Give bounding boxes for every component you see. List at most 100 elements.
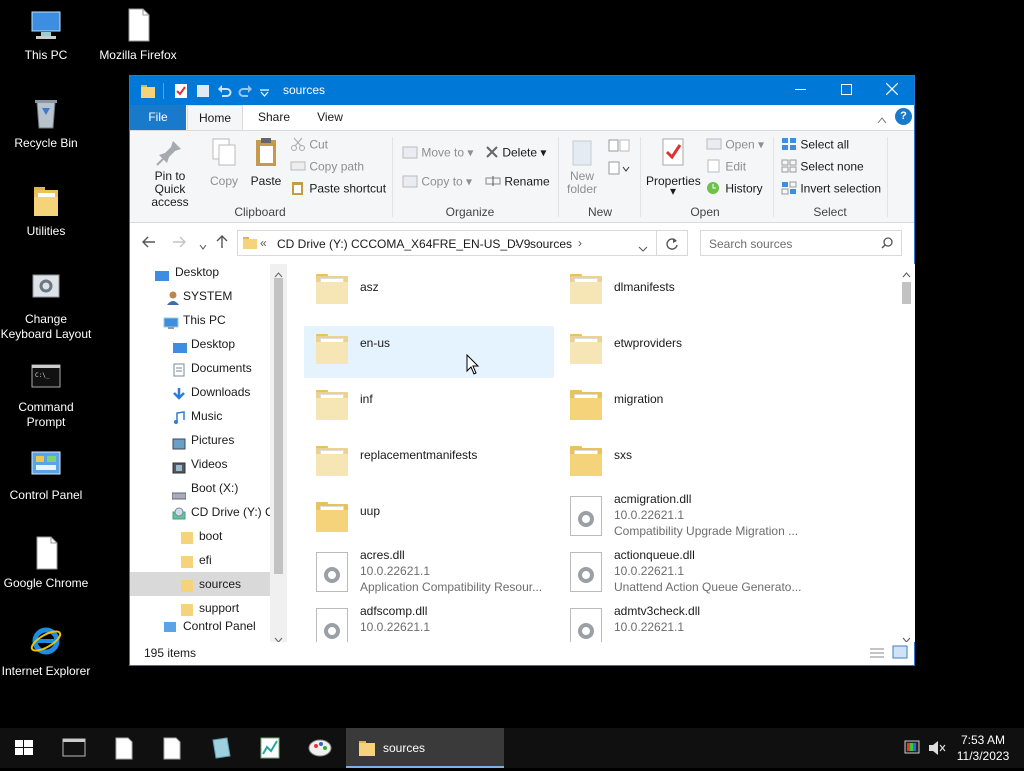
tab-file[interactable]: File <box>130 105 186 130</box>
back-arrow-icon[interactable] <box>142 236 156 251</box>
desktop-icon-control-panel[interactable]: Control Panel <box>0 448 92 503</box>
nav-item-boot-drive[interactable]: Boot (X:) <box>130 476 270 500</box>
help-icon[interactable]: ? <box>895 108 912 125</box>
paste-shortcut-button[interactable]: Paste shortcut <box>290 181 386 198</box>
copy-path-button[interactable]: Copy path <box>290 159 364 176</box>
tab-share[interactable]: Share <box>248 105 300 130</box>
desktop-icon-command-prompt[interactable]: C:\_ Command Prompt <box>0 360 92 430</box>
up-arrow-icon[interactable] <box>216 235 228 252</box>
taskbar-explorer-sources[interactable]: sources <box>346 728 504 768</box>
move-to-button[interactable]: Move to ▾ <box>402 145 473 162</box>
file-list-scroll-thumb[interactable] <box>902 282 911 304</box>
folder-item-en-us[interactable]: en-us <box>304 326 554 378</box>
taskbar-notebook[interactable] <box>197 728 245 768</box>
history-button[interactable]: History <box>706 181 763 198</box>
nav-scrollbar[interactable] <box>270 264 287 642</box>
edit-button[interactable]: Edit <box>706 159 746 176</box>
taskbar-file-2[interactable] <box>148 728 196 768</box>
desktop-icon-firefox[interactable]: Mozilla Firefox <box>92 8 184 63</box>
taskbar-paint[interactable] <box>296 728 344 768</box>
file-item-adfscomp[interactable]: adfscomp.dll 10.0.22621.1 <box>304 604 554 642</box>
details-view-icon[interactable] <box>869 647 885 662</box>
new-item-button[interactable] <box>608 139 630 156</box>
close-button[interactable] <box>869 76 915 105</box>
folder-item-inf[interactable]: inf <box>304 382 554 434</box>
taskbar-task-manager[interactable] <box>246 728 294 768</box>
nav-item-system[interactable]: SYSTEM <box>130 284 270 308</box>
address-bar[interactable]: « CD Drive (Y:) CCCOMA_X64FRE_EN-US_DV9 … <box>237 230 657 256</box>
tab-view[interactable]: View <box>304 105 356 130</box>
properties-quick-icon[interactable] <box>173 83 189 102</box>
maximize-button[interactable] <box>823 76 869 105</box>
address-overflow[interactable]: « <box>260 236 267 250</box>
copy-to-button[interactable]: Copy to ▾ <box>402 174 472 191</box>
paste-button[interactable]: Paste <box>250 137 282 188</box>
new-folder-button[interactable]: New folder <box>562 137 602 196</box>
customize-quick-access-chevron-icon[interactable] <box>260 86 269 100</box>
breadcrumb-sources[interactable]: sources <box>530 237 572 251</box>
folder-item-dlmanifests[interactable]: dlmanifests <box>558 264 808 316</box>
search-icon[interactable] <box>881 237 893 252</box>
undo-icon[interactable] <box>216 83 232 102</box>
system-clock[interactable]: 7:53 AM 11/3/2023 <box>950 728 1016 768</box>
taskbar-cmd[interactable] <box>50 728 98 768</box>
nav-item-documents[interactable]: Documents <box>130 356 270 380</box>
minimize-button[interactable] <box>777 76 823 105</box>
pin-to-quick-access-button[interactable]: Pin to Quick access <box>138 137 202 209</box>
rename-button[interactable]: Rename <box>485 174 550 191</box>
search-input[interactable]: Search sources <box>700 230 902 256</box>
nav-item-efi[interactable]: efi <box>130 548 270 572</box>
taskbar-file-1[interactable] <box>100 728 148 768</box>
file-item-acmigration[interactable]: acmigration.dll 10.0.22621.1 Compatibili… <box>558 492 808 546</box>
nav-item-boot[interactable]: boot <box>130 524 270 548</box>
breadcrumb-separator-icon[interactable]: › <box>578 236 582 250</box>
tab-home[interactable]: Home <box>187 105 243 130</box>
folder-item-etwproviders[interactable]: etwproviders <box>558 326 808 378</box>
desktop-icon-recycle-bin[interactable]: Recycle Bin <box>0 96 92 151</box>
folder-item-uup[interactable]: uup <box>304 494 554 546</box>
nav-scroll-thumb[interactable] <box>274 278 283 574</box>
cut-button[interactable]: Cut <box>290 137 328 154</box>
folder-item-replacementmanifests[interactable]: replacementmanifests <box>304 438 554 490</box>
volume-muted-icon[interactable] <box>928 740 946 756</box>
nav-item-control-panel[interactable]: Control Panel <box>130 614 270 638</box>
recent-locations-chevron-icon[interactable] <box>199 239 207 253</box>
folder-item-sxs[interactable]: sxs <box>558 438 808 490</box>
nav-item-cd-drive[interactable]: CD Drive (Y:) C <box>130 500 274 524</box>
desktop-icon-utilities[interactable]: Utilities <box>0 184 92 239</box>
start-button[interactable] <box>0 728 48 768</box>
collapse-ribbon-chevron-icon[interactable] <box>877 113 887 127</box>
nav-item-downloads[interactable]: Downloads <box>130 380 270 404</box>
new-folder-quick-icon[interactable] <box>195 83 211 102</box>
desktop-icon-chrome[interactable]: Google Chrome <box>0 536 92 591</box>
nav-item-pictures[interactable]: Pictures <box>130 428 270 452</box>
nav-item-this-pc[interactable]: This PC <box>130 308 270 332</box>
redo-icon[interactable] <box>238 83 254 102</box>
folder-item-asz[interactable]: asz <box>304 264 554 316</box>
select-none-button[interactable]: Select none <box>781 159 864 176</box>
desktop-icon-change-keyboard[interactable]: Change Keyboard Layout <box>0 272 92 342</box>
large-icons-view-icon[interactable] <box>892 645 908 662</box>
nav-item-videos[interactable]: Videos <box>130 452 270 476</box>
nav-item-sources[interactable]: sources <box>130 572 270 596</box>
forward-arrow-icon[interactable] <box>172 236 186 251</box>
properties-button[interactable]: Properties ▾ <box>646 137 701 197</box>
file-item-acres[interactable]: acres.dll 10.0.22621.1 Application Compa… <box>304 548 554 602</box>
file-item-actionqueue[interactable]: actionqueue.dll 10.0.22621.1 Unattend Ac… <box>558 548 808 602</box>
nav-item-desktop[interactable]: Desktop <box>130 332 270 356</box>
desktop-icon-this-pc[interactable]: This PC <box>0 8 92 63</box>
folder-item-migration[interactable]: migration <box>558 382 808 434</box>
select-all-button[interactable]: Select all <box>781 137 849 154</box>
nav-item-music[interactable]: Music <box>130 404 270 428</box>
breadcrumb-drive[interactable]: CD Drive (Y:) CCCOMA_X64FRE_EN-US_DV9 <box>277 237 530 251</box>
refresh-button[interactable] <box>657 230 688 256</box>
delete-button[interactable]: Delete ▾ <box>485 145 546 162</box>
breadcrumb-separator-icon[interactable]: › <box>515 236 519 250</box>
desktop-icon-internet-explorer[interactable]: Internet Explorer <box>0 624 92 679</box>
file-item-admtv3check[interactable]: admtv3check.dll 10.0.22621.1 <box>558 604 808 642</box>
address-dropdown-chevron-icon[interactable] <box>638 241 648 255</box>
scroll-up-icon[interactable] <box>902 267 911 281</box>
open-button[interactable]: Open ▾ <box>706 137 764 154</box>
copy-button[interactable]: Copy <box>208 137 240 188</box>
invert-selection-button[interactable]: Invert selection <box>781 181 881 198</box>
